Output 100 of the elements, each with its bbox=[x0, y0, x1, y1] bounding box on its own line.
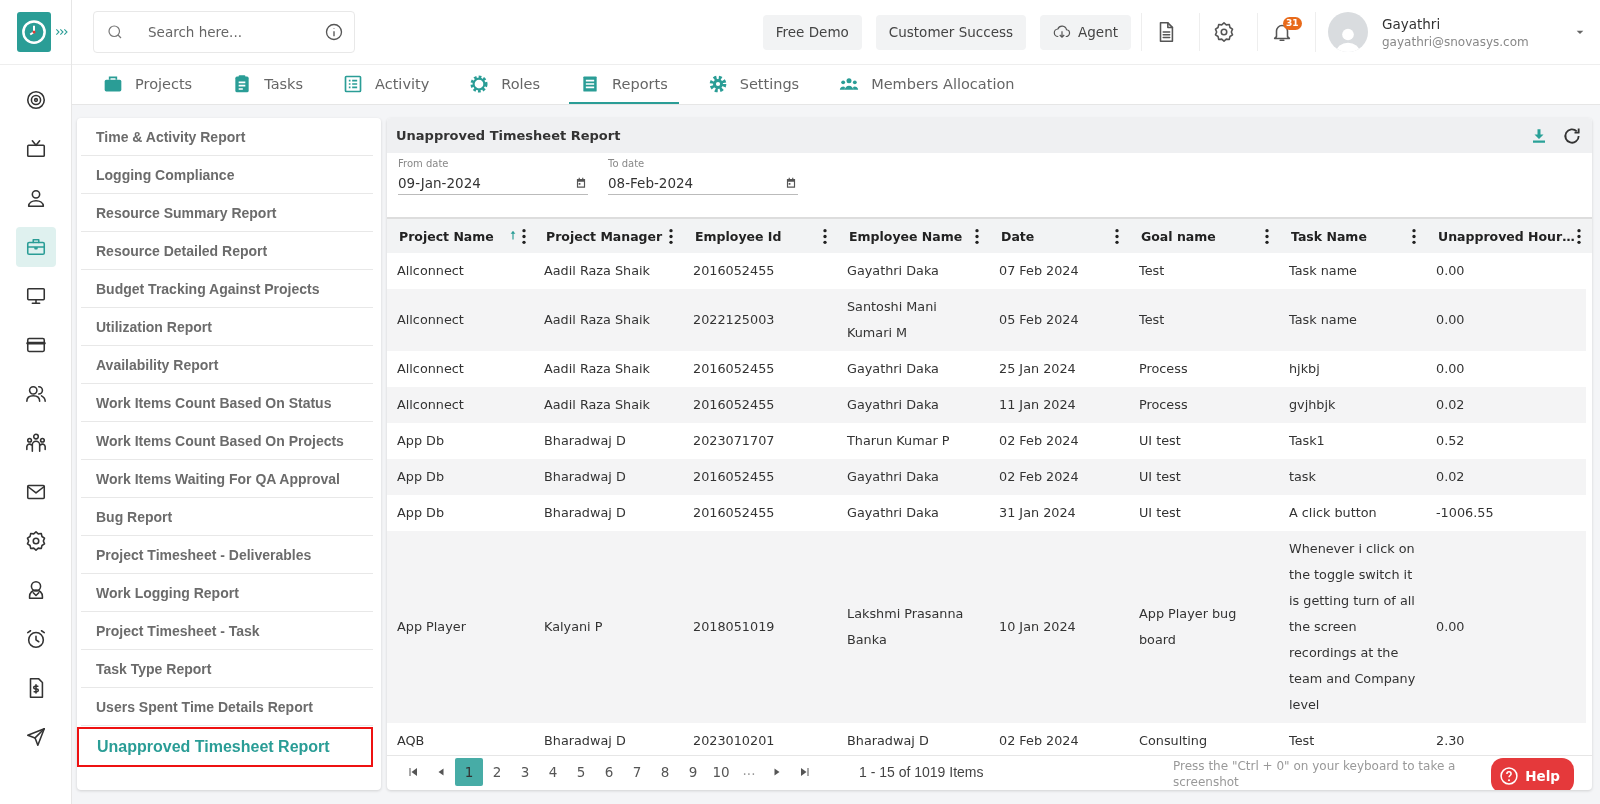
table-cell: 0.00 bbox=[1426, 531, 1586, 723]
alarm-clock-icon bbox=[24, 628, 47, 650]
kebab-menu-icon bbox=[1412, 228, 1416, 244]
page-button[interactable]: 7 bbox=[623, 757, 651, 786]
column-header[interactable]: Project Name bbox=[399, 228, 494, 244]
report-menu-item[interactable]: Time & Activity Report bbox=[81, 118, 373, 156]
page-button[interactable]: 1 bbox=[455, 757, 483, 786]
field-label: To date bbox=[608, 157, 646, 171]
bell-button[interactable]: 31 bbox=[1257, 13, 1305, 51]
table-cell: Aadil Raza Shaik bbox=[534, 387, 683, 423]
report-menu-item[interactable]: Work Items Count Based On Projects bbox=[81, 422, 373, 460]
tab[interactable]: Tasks bbox=[221, 65, 315, 104]
table-cell: Allconnect bbox=[387, 387, 534, 423]
column-header[interactable]: Employee Id bbox=[695, 228, 782, 244]
tab[interactable]: Members Allocation bbox=[828, 65, 1026, 104]
table-cell: gvjhbjk bbox=[1279, 387, 1426, 423]
column-header[interactable]: Project Manager bbox=[546, 228, 663, 244]
report-menu-item[interactable]: Work Items Waiting For QA Approval bbox=[81, 460, 373, 498]
last-page-icon bbox=[799, 765, 811, 778]
kebab-menu-icon bbox=[669, 228, 673, 244]
help-button[interactable]: Help bbox=[1491, 758, 1574, 790]
kebab-menu-icon bbox=[1265, 228, 1269, 244]
calendar-icon bbox=[574, 175, 588, 190]
tab[interactable]: Projects bbox=[92, 65, 204, 104]
tab[interactable]: Reports bbox=[569, 65, 679, 104]
briefcase-icon bbox=[24, 236, 47, 258]
search-input[interactable]: Search here... bbox=[146, 23, 302, 41]
info-icon bbox=[324, 22, 344, 42]
first-page-icon bbox=[407, 765, 419, 778]
date-input[interactable]: 09-Jan-2024 bbox=[398, 174, 574, 191]
report-menu-item[interactable]: Unapproved Timesheet Report bbox=[77, 727, 373, 767]
table-cell: 0.00 bbox=[1426, 289, 1586, 351]
page-button[interactable]: 4 bbox=[539, 757, 567, 786]
tv-icon bbox=[24, 138, 47, 160]
tab[interactable]: Settings bbox=[696, 65, 811, 104]
calendar-icon bbox=[784, 175, 798, 190]
column-header[interactable]: Employee Name bbox=[849, 228, 963, 244]
report-menu-item[interactable]: Users Spent Time Details Report bbox=[81, 688, 373, 726]
search-icon bbox=[106, 23, 124, 41]
kebab-menu-icon bbox=[975, 228, 979, 244]
search-field[interactable]: Search here... bbox=[93, 11, 355, 53]
cloud-download-icon bbox=[1053, 23, 1072, 41]
report-menu-item[interactable]: Bug Report bbox=[81, 498, 373, 536]
table-cell: Bharadwaj D bbox=[534, 459, 683, 495]
report-menu-item[interactable]: Resource Summary Report bbox=[81, 194, 373, 232]
report-menu-item[interactable]: Budget Tracking Against Projects bbox=[81, 270, 373, 308]
table-cell: Gayathri Daka bbox=[837, 459, 989, 495]
page-button[interactable]: 10 bbox=[707, 757, 735, 786]
pagination-summary: 1 - 15 of 1019 Items bbox=[859, 763, 984, 780]
tab[interactable]: Activity bbox=[332, 65, 441, 104]
report-menu-item[interactable]: Work Items Count Based On Status bbox=[81, 384, 373, 422]
report-menu-item[interactable]: Utilization Report bbox=[81, 308, 373, 346]
kebab-menu-icon bbox=[1576, 228, 1581, 244]
table-cell: 2016052455 bbox=[683, 387, 837, 423]
table-cell: Aadil Raza Shaik bbox=[534, 289, 683, 351]
report-menu-item[interactable]: Availability Report bbox=[81, 346, 373, 384]
notification-badge: 31 bbox=[1283, 17, 1302, 30]
column-header[interactable]: Unapproved Hour… bbox=[1438, 228, 1575, 244]
header-button[interactable]: Customer Success bbox=[875, 14, 1027, 50]
table-cell: Kalyani P bbox=[534, 531, 683, 723]
column-header[interactable]: Task Name bbox=[1291, 228, 1367, 244]
tab[interactable]: Roles bbox=[458, 65, 552, 104]
report-menu-item[interactable]: Task Type Report bbox=[81, 650, 373, 688]
table-cell: Whenever i click on the toggle switch it is getting turn of all the screen recordings at the team and Company level bbox=[1279, 531, 1426, 723]
column-header[interactable]: Goal name bbox=[1141, 228, 1216, 244]
page-button[interactable]: 8 bbox=[651, 757, 679, 786]
page-button[interactable]: 9 bbox=[679, 757, 707, 786]
table-cell: task bbox=[1279, 459, 1426, 495]
page-button[interactable]: 3 bbox=[511, 757, 539, 786]
settings-icon bbox=[24, 530, 47, 552]
clock-icon bbox=[19, 17, 49, 47]
date-input[interactable]: 08-Feb-2024 bbox=[608, 174, 784, 191]
report-menu-item[interactable]: Project Timesheet - Deliverables bbox=[81, 536, 373, 574]
page-button[interactable]: 6 bbox=[595, 757, 623, 786]
list-icon bbox=[343, 73, 364, 94]
report-title: Unapproved Timesheet Report bbox=[396, 128, 621, 143]
report-menu-item[interactable]: Logging Compliance bbox=[81, 156, 373, 194]
table-cell: 2016052455 bbox=[683, 459, 837, 495]
app-logo[interactable] bbox=[17, 12, 51, 52]
page-button[interactable]: 5 bbox=[567, 757, 595, 786]
kebab-menu-icon bbox=[1115, 228, 1119, 244]
send-icon bbox=[24, 726, 47, 748]
table-cell: App Player bbox=[387, 531, 534, 723]
refresh-icon bbox=[1562, 125, 1582, 146]
table-cell: Santoshi Mani Kumari M bbox=[837, 289, 989, 351]
question-icon bbox=[1499, 765, 1520, 786]
table-cell: 2018051019 bbox=[683, 531, 837, 723]
header-button[interactable]: Free Demo bbox=[762, 14, 862, 50]
report-menu-item[interactable]: Project Timesheet - Task bbox=[81, 612, 373, 650]
column-header[interactable]: Date bbox=[1001, 228, 1035, 244]
header-button[interactable]: Agent bbox=[1040, 14, 1131, 50]
table-cell: 02 Feb 2024 bbox=[989, 459, 1129, 495]
table-cell: 2022125003 bbox=[683, 289, 837, 351]
table-cell: Gayathri Daka bbox=[837, 387, 989, 423]
gear-icon bbox=[469, 73, 490, 94]
page-button[interactable]: 2 bbox=[483, 757, 511, 786]
report-menu-item[interactable]: Work Logging Report bbox=[81, 574, 373, 612]
report-menu-item[interactable]: Resource Detailed Report bbox=[81, 232, 373, 270]
table-cell: 0.02 bbox=[1426, 459, 1586, 495]
download-icon bbox=[1530, 126, 1548, 145]
